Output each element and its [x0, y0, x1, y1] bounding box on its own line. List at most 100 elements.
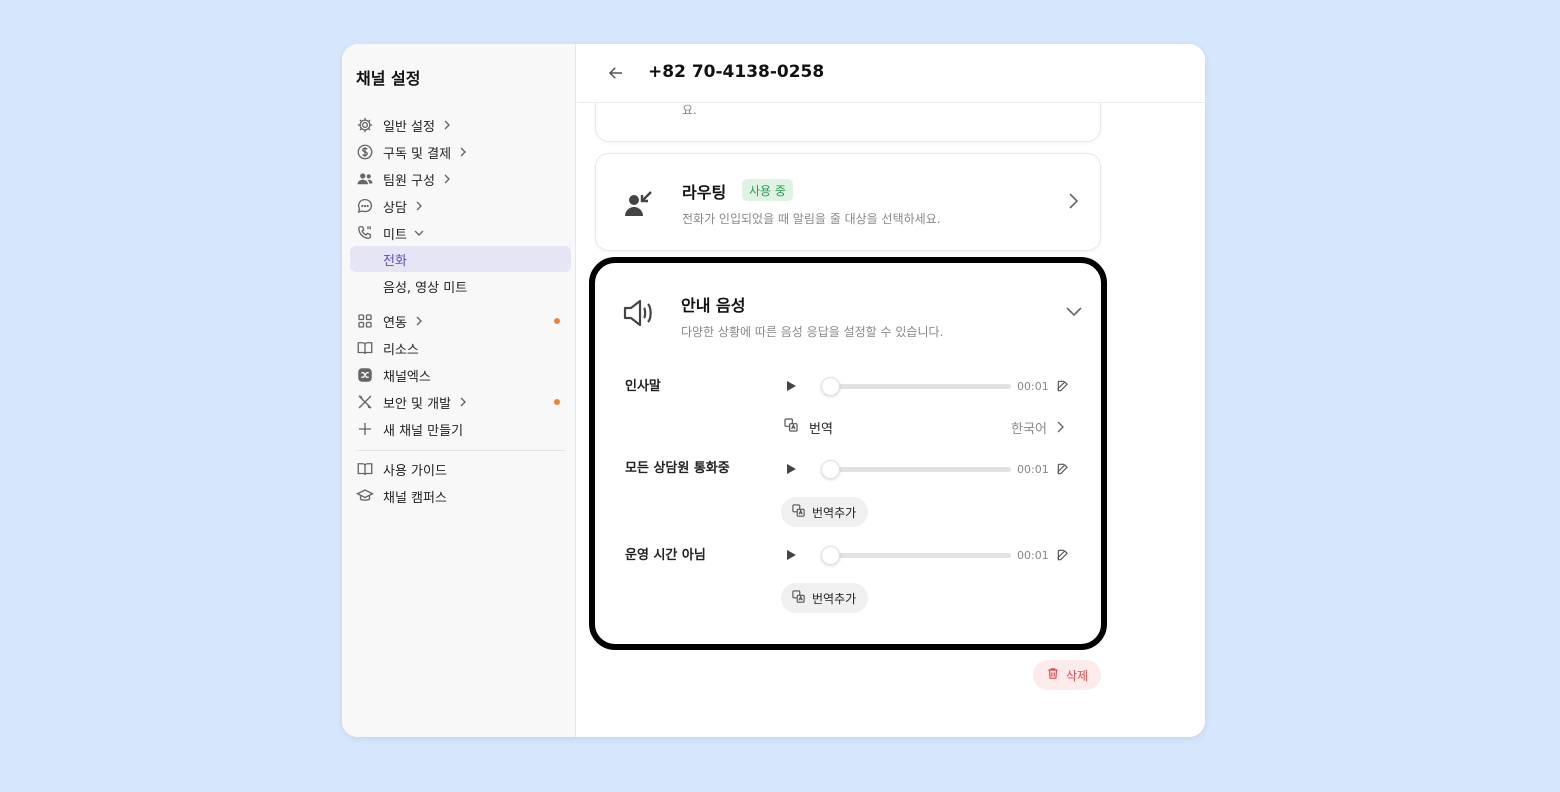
speaker-icon: [621, 296, 655, 330]
chevron-right-icon: [413, 315, 425, 327]
audio-progress-track[interactable]: [821, 376, 1011, 396]
person-incoming-icon: [622, 185, 656, 219]
translate-icon: [783, 417, 799, 437]
translation-row[interactable]: 번역 한국어: [783, 417, 1069, 437]
audio-player: 00:01: [783, 545, 1083, 565]
add-translation-label: 번역추가: [812, 591, 857, 606]
notification-dot: [554, 318, 560, 324]
sidebar-item-phone[interactable]: 전화: [350, 246, 571, 272]
sidebar: 채널 설정 일반 설정 구독 및 결제 팀원 구성 상담 미트 전화 음성, 영…: [342, 44, 576, 737]
audio-progress-knob[interactable]: [821, 545, 840, 565]
sidebar-item-label: 일반 설정: [383, 119, 435, 135]
grid-icon: [356, 312, 374, 330]
guide-voice-title: 안내 음성: [681, 296, 746, 315]
chevron-down-icon: [413, 227, 425, 239]
channelx-icon: [356, 366, 374, 384]
play-icon[interactable]: [783, 461, 799, 477]
chevron-right-icon: [1055, 420, 1065, 434]
sidebar-item-label: 상담: [383, 200, 407, 216]
sidebar-item-voice-video-meet[interactable]: 음성, 영상 미트: [350, 273, 571, 299]
phone-icon: [356, 224, 374, 242]
chat-bubble-icon: [356, 197, 374, 215]
routing-title: 라우팅: [682, 183, 727, 202]
delete-label: 삭제: [1065, 668, 1089, 683]
chevron-right-icon: [457, 146, 469, 158]
sidebar-item-campus[interactable]: 채널 캠퍼스: [350, 483, 571, 509]
sidebar-item-label: 연동: [383, 315, 407, 331]
sidebar-item-label: 채널엑스: [383, 369, 431, 385]
status-badge: 사용 중: [742, 179, 793, 201]
sidebar-item-integration[interactable]: 연동: [350, 308, 571, 334]
edit-icon[interactable]: [1055, 378, 1071, 394]
chevron-right-icon: [457, 396, 469, 408]
audio-progress-knob[interactable]: [821, 459, 840, 479]
routing-card[interactable]: 라우팅 사용 중 전화가 인입되었을 때 알림을 줄 대상을 선택하세요.: [595, 153, 1101, 251]
sidebar-item-label: 사용 가이드: [383, 463, 447, 479]
audio-progress-track[interactable]: [821, 545, 1011, 565]
sidebar-item-general[interactable]: 일반 설정: [350, 112, 571, 138]
audio-progress-knob[interactable]: [821, 376, 840, 396]
audio-time: 00:01: [1017, 548, 1049, 562]
row-label-greeting: 인사말: [625, 379, 661, 394]
add-translation-button[interactable]: 번역추가: [781, 583, 869, 613]
add-translation-button[interactable]: 번역추가: [781, 497, 869, 527]
translate-icon: [791, 589, 806, 608]
play-icon[interactable]: [783, 378, 799, 394]
sidebar-item-team[interactable]: 팀원 구성: [350, 166, 571, 192]
audio-time: 00:01: [1017, 462, 1049, 476]
chevron-down-icon[interactable]: [1065, 304, 1083, 318]
sidebar-item-label: 보안 및 개발: [383, 396, 452, 412]
sidebar-title: 채널 설정: [356, 69, 421, 88]
sidebar-item-security[interactable]: 보안 및 개발: [350, 389, 571, 415]
audio-player: 00:01: [783, 459, 1083, 479]
sidebar-item-label: 구독 및 결제: [383, 146, 452, 162]
book-icon: [356, 339, 374, 357]
back-arrow-icon[interactable]: [606, 64, 626, 82]
page-title: +82 70-4138-0258: [648, 62, 825, 82]
people-icon: [356, 170, 374, 188]
translation-label: 번역: [809, 421, 833, 437]
sidebar-item-consult[interactable]: 상담: [350, 193, 571, 219]
sidebar-item-label: 새 채널 만들기: [383, 423, 464, 439]
sidebar-item-label: 전화: [383, 253, 407, 269]
notification-dot: [554, 399, 560, 405]
sidebar-item-label: 음성, 영상 미트: [383, 280, 468, 296]
graduation-cap-icon: [356, 487, 374, 505]
edit-icon[interactable]: [1055, 547, 1071, 563]
audio-progress-track[interactable]: [821, 459, 1011, 479]
dollar-circle-icon: [356, 143, 374, 161]
chevron-right-icon[interactable]: [1066, 192, 1080, 210]
plus-icon: [356, 420, 374, 438]
book-icon: [356, 460, 374, 478]
main-panel: +82 70-4138-0258 요. 라우팅 사용 중 전화가 인입되었을 때…: [577, 44, 1205, 737]
sidebar-item-channelx[interactable]: 채널엑스: [350, 362, 571, 388]
header: +82 70-4138-0258: [577, 44, 1205, 103]
translate-icon: [791, 503, 806, 522]
sidebar-item-billing[interactable]: 구독 및 결제: [350, 139, 571, 165]
sidebar-item-user-guide[interactable]: 사용 가이드: [350, 456, 571, 482]
play-icon[interactable]: [783, 547, 799, 563]
sidebar-item-meet[interactable]: 미트: [350, 220, 571, 246]
row-label-all-busy: 모든 상담원 통화중: [625, 461, 730, 476]
add-translation-label: 번역추가: [812, 505, 857, 520]
chevron-right-icon: [413, 200, 425, 212]
trash-icon: [1046, 666, 1060, 685]
sidebar-item-resources[interactable]: 리소스: [350, 335, 571, 361]
guide-voice-description: 다양한 상황에 따른 음성 응답을 설정할 수 있습니다.: [681, 325, 944, 339]
delete-button[interactable]: 삭제: [1033, 660, 1101, 690]
edit-icon[interactable]: [1055, 461, 1071, 477]
chevron-right-icon: [441, 119, 453, 131]
guide-voice-card: 안내 음성 다양한 상황에 따른 음성 응답을 설정할 수 있습니다. 인사말 …: [589, 257, 1107, 650]
sidebar-item-label: 팀원 구성: [383, 173, 435, 189]
sidebar-item-label: 미트: [383, 227, 407, 243]
row-label-off-hours: 운영 시간 아님: [625, 548, 706, 563]
routing-description: 전화가 인입되었을 때 알림을 줄 대상을 선택하세요.: [682, 212, 941, 226]
card-text-fragment: 요.: [682, 103, 697, 117]
settings-window: 채널 설정 일반 설정 구독 및 결제 팀원 구성 상담 미트 전화 음성, 영…: [342, 44, 1205, 737]
sidebar-item-label: 채널 캠퍼스: [383, 490, 447, 506]
tools-icon: [356, 393, 374, 411]
translation-language: 한국어: [1011, 421, 1047, 437]
sidebar-divider: [356, 450, 565, 451]
sidebar-item-new-channel[interactable]: 새 채널 만들기: [350, 416, 571, 442]
gear-icon: [356, 116, 374, 134]
